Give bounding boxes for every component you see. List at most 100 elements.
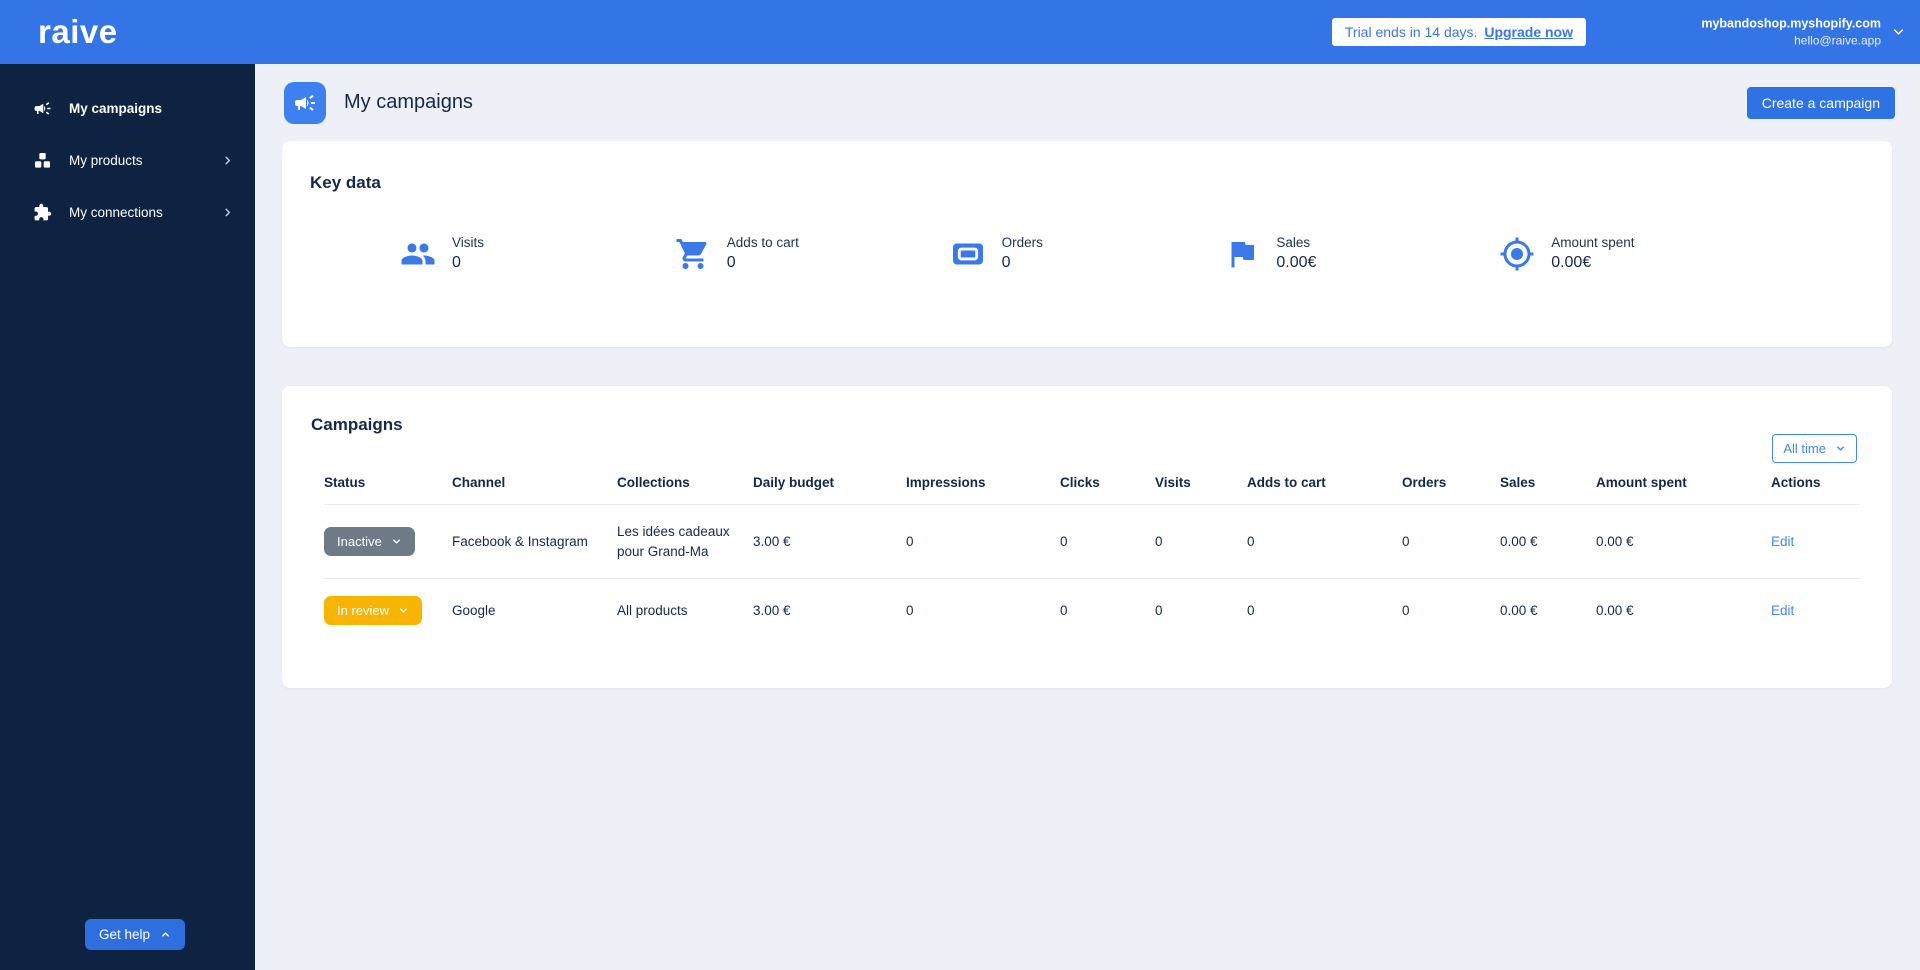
time-filter-dropdown[interactable]: All time <box>1772 434 1857 463</box>
sidebar-item-label: My connections <box>69 204 163 220</box>
cell-visits: 0 <box>1155 602 1163 618</box>
megaphone-icon <box>295 94 315 111</box>
megaphone-icon <box>34 101 51 115</box>
stat-label: Adds to cart <box>726 235 799 250</box>
key-data-card: Key data Visits 0 Adds to cart 0 Orders … <box>282 141 1892 347</box>
cell-sales: 0.00 € <box>1500 504 1596 580</box>
chevron-down-icon <box>392 539 400 544</box>
status-badge-dropdown[interactable]: Inactive <box>324 527 415 557</box>
chevron-down-icon <box>1837 446 1844 451</box>
account-menu[interactable]: mybandoshop.myshopify.com hello@raive.ap… <box>1701 15 1906 48</box>
edit-campaign-link[interactable]: Edit <box>1771 603 1794 618</box>
key-data-title: Key data <box>310 173 381 192</box>
flag-icon <box>1231 241 1255 267</box>
campaigns-title: Campaigns <box>311 415 403 434</box>
chevron-down-icon <box>1894 29 1903 35</box>
column-header-actions: Actions <box>1771 469 1860 505</box>
campaigns-card: Campaigns All time Status Channel Collec… <box>282 386 1892 688</box>
account-info: mybandoshop.myshopify.com hello@raive.ap… <box>1701 15 1881 48</box>
stat-label: Visits <box>452 235 485 250</box>
campaigns-table-wrap: Status Channel Collections Daily budget … <box>324 469 1860 642</box>
cell-orders: 0 <box>1402 602 1410 618</box>
column-header-visits: Visits <box>1155 469 1247 505</box>
sidebar-item-my-products[interactable]: My products <box>0 134 255 186</box>
sidebar-item-my-campaigns[interactable]: My campaigns <box>0 82 255 134</box>
puzzle-icon <box>34 203 52 220</box>
column-header-collections: Collections <box>617 469 753 505</box>
column-header-amount-spent: Amount spent <box>1596 469 1771 505</box>
status-badge-dropdown[interactable]: In review <box>324 596 423 626</box>
cell-amount-spent: 0.00 € <box>1596 504 1771 580</box>
campaigns-table: Status Channel Collections Daily budget … <box>324 469 1860 642</box>
campaign-row-facebook-instagram: Inactive Facebook & Instagram Les idées … <box>324 504 1860 580</box>
column-header-daily-budget: Daily budget <box>753 469 906 505</box>
stat-orders: Orders 0 <box>950 235 1225 272</box>
account-email: hello@raive.app <box>1794 33 1881 48</box>
cell-channel: Google <box>452 602 496 618</box>
chevron-up-icon <box>162 932 169 937</box>
edit-campaign-link[interactable]: Edit <box>1771 534 1794 549</box>
upgrade-now-link[interactable]: Upgrade now <box>1484 24 1573 40</box>
column-header-status: Status <box>324 469 452 505</box>
stat-value: 0.00€ <box>1276 254 1317 271</box>
get-help-button[interactable]: Get help <box>85 919 186 950</box>
create-campaign-button[interactable]: Create a campaign <box>1746 86 1895 119</box>
stat-label: Sales <box>1276 235 1311 250</box>
cell-clicks: 0 <box>1060 602 1068 618</box>
stat-label: Orders <box>1001 235 1043 250</box>
column-header-channel: Channel <box>452 469 617 505</box>
trial-banner: Trial ends in 14 days. Upgrade now <box>1331 18 1586 46</box>
stat-text: Adds to cart 0 <box>727 235 799 272</box>
chevron-right-icon <box>225 208 231 216</box>
ticket-icon <box>952 243 983 264</box>
trial-text: Trial ends in 14 days. <box>1344 24 1478 40</box>
table-header-row: Status Channel Collections Daily budget … <box>324 469 1860 505</box>
stat-text: Amount spent 0.00€ <box>1551 235 1634 272</box>
sidebar: My campaigns My products My connections … <box>0 64 255 970</box>
cell-collections: All products <box>617 602 688 618</box>
stat-value: 0.00€ <box>1551 254 1592 271</box>
sidebar-item-label: My products <box>69 152 143 168</box>
page-title-icon-box <box>284 81 326 124</box>
main-content: My campaigns Create a campaign Key data … <box>255 64 1920 970</box>
cell-amount-spent: 0.00 € <box>1596 602 1634 618</box>
sidebar-nav: My campaigns My products My connections <box>0 64 255 238</box>
cell-impressions: 0 <box>906 504 1060 580</box>
stat-label: Amount spent <box>1551 235 1635 250</box>
cart-icon <box>676 238 707 269</box>
cell-adds-to-cart: 0 <box>1247 504 1402 580</box>
stat-adds-to-cart: Adds to cart 0 <box>675 235 950 272</box>
column-header-impressions: Impressions <box>906 469 1060 505</box>
stat-visits: Visits 0 <box>400 235 675 272</box>
sidebar-item-label: My campaigns <box>69 100 163 116</box>
topbar: raive Trial ends in 14 days. Upgrade now… <box>0 0 1920 64</box>
cell-orders: 0 <box>1402 504 1500 580</box>
sidebar-item-my-connections[interactable]: My connections <box>0 186 255 238</box>
stat-amount-spent: Amount spent 0.00€ <box>1499 235 1774 272</box>
cell-clicks: 0 <box>1060 504 1155 580</box>
key-data-stats: Visits 0 Adds to cart 0 Orders 0 Sales 0… <box>310 235 1864 272</box>
page-title: My campaigns <box>344 91 473 113</box>
stat-text: Visits 0 <box>452 235 484 272</box>
cell-sales: 0.00 € <box>1500 602 1538 618</box>
status-badge-label: Inactive <box>337 534 382 550</box>
cell-collections: Les idées cadeaux pour Grand-Ma <box>617 504 753 580</box>
status-badge-label: In review <box>337 603 390 619</box>
cell-daily-budget: 3.00 € <box>753 504 906 580</box>
stat-value: 0 <box>726 254 736 271</box>
cell-adds-to-cart: 0 <box>1247 602 1255 618</box>
cell-impressions: 0 <box>906 602 914 618</box>
column-header-sales: Sales <box>1500 469 1596 505</box>
target-icon <box>1500 237 1534 270</box>
chevron-right-icon <box>225 156 231 164</box>
products-cubes-icon <box>34 152 51 168</box>
stat-text: Orders 0 <box>1002 235 1043 272</box>
cell-channel: Facebook & Instagram <box>452 504 617 580</box>
column-header-orders: Orders <box>1402 469 1500 505</box>
time-filter-label: All time <box>1783 441 1826 456</box>
chevron-down-icon <box>400 608 407 613</box>
page-header: My campaigns Create a campaign <box>255 64 1920 141</box>
column-header-adds-to-cart: Adds to cart <box>1247 469 1402 505</box>
cell-visits: 0 <box>1155 504 1247 580</box>
cell-daily-budget: 3.00 € <box>753 602 791 618</box>
